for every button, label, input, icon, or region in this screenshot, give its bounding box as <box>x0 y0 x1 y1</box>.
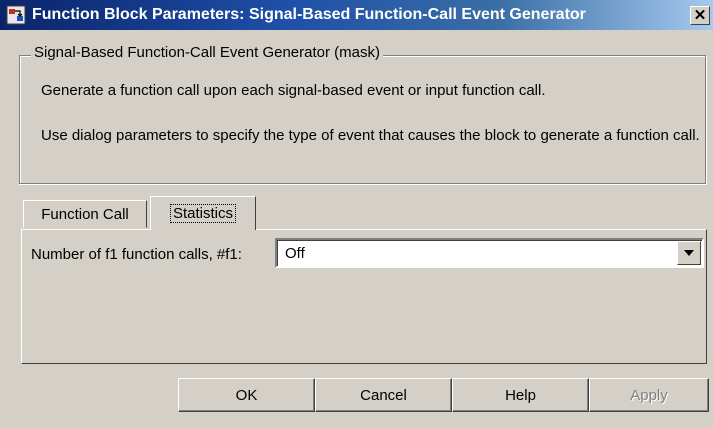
ok-button[interactable]: OK <box>178 378 315 412</box>
close-icon: ✕ <box>693 6 707 24</box>
close-button[interactable]: ✕ <box>690 5 710 25</box>
simulink-block-icon <box>6 5 26 25</box>
tab-statistics-label: Statistics <box>169 204 236 223</box>
mask-description-2: Use dialog parameters to specify the typ… <box>41 127 700 144</box>
num-f1-calls-label: Number of f1 function calls, #f1: <box>31 246 242 263</box>
title-bar[interactable]: Function Block Parameters: Signal-Based … <box>0 0 713 30</box>
help-button[interactable]: Help <box>452 378 589 412</box>
mask-description-1: Generate a function call upon each signa… <box>41 82 546 99</box>
divider <box>19 183 706 185</box>
dropdown-button[interactable] <box>677 241 701 265</box>
cancel-button[interactable]: Cancel <box>315 378 452 412</box>
tab-function-call-label: Function Call <box>41 205 129 223</box>
chevron-down-icon <box>684 250 694 256</box>
num-f1-calls-select[interactable]: Off <box>275 238 704 268</box>
tab-statistics[interactable]: Statistics <box>150 196 256 230</box>
num-f1-calls-value: Off <box>285 244 305 262</box>
mask-groupbox <box>19 55 706 184</box>
apply-button[interactable]: Apply <box>589 378 709 412</box>
mask-group-title: Signal-Based Function-Call Event Generat… <box>31 44 383 61</box>
window-title: Function Block Parameters: Signal-Based … <box>32 6 586 23</box>
tab-function-call[interactable]: Function Call <box>23 200 147 228</box>
